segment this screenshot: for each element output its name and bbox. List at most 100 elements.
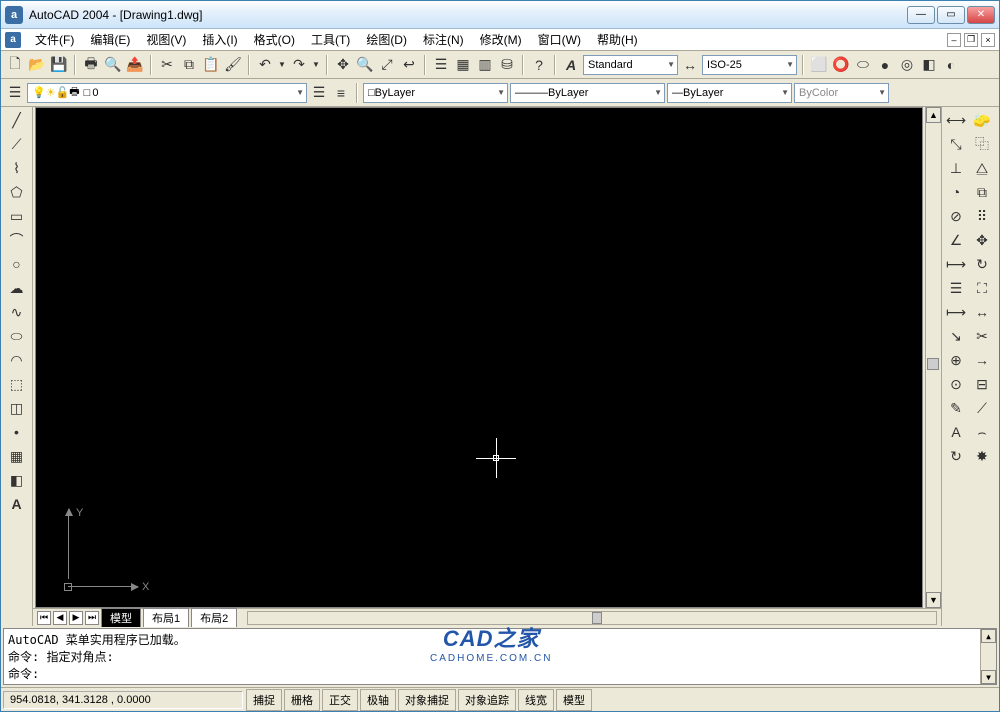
mirror-icon[interactable]: ⧋ [970,157,994,179]
vertical-scrollbar[interactable]: ▲ ▼ [925,107,941,608]
layers-icon[interactable]: ☰ [5,83,25,103]
array-icon[interactable]: ⠿ [970,205,994,227]
ellipse-arc-icon[interactable]: ◠ [5,349,29,371]
linetype-combo[interactable]: ——— ByLayer▼ [510,83,665,103]
scroll-down-icon[interactable]: ▼ [926,592,941,608]
dimedit-icon[interactable]: ✎ [944,397,968,419]
cut-icon[interactable]: ✂ [157,55,177,75]
color-combo[interactable]: □ ByLayer▼ [363,83,508,103]
save-icon[interactable]: 💾 [49,55,69,75]
status-toggle[interactable]: 对象捕捉 [398,689,456,711]
mdi-close-button[interactable]: × [981,33,995,47]
qdim-icon[interactable]: ⟼ [944,253,968,275]
document-icon[interactable]: a [5,32,21,48]
circle-icon[interactable]: ○ [5,253,29,275]
dim-ordinate-icon[interactable]: ⊥ [944,157,968,179]
revcloud-icon[interactable]: ☁ [5,277,29,299]
redo-drop-icon[interactable]: ▼ [311,55,321,75]
wedge-icon[interactable]: ◐ [941,55,961,75]
extend-icon[interactable]: → [970,349,994,371]
status-toggle[interactable]: 栅格 [284,689,320,711]
command-scrollbar[interactable]: ▲▼ [980,629,996,684]
pan-icon[interactable]: ✥ [333,55,353,75]
drawing-canvas[interactable]: YX [35,107,923,608]
explode-icon[interactable]: ✸ [970,445,994,467]
tab-last-icon[interactable]: ⏭ [85,611,99,625]
coordinates-display[interactable]: 954.0818, 341.3128 , 0.0000 [3,691,243,709]
layer-state-icon[interactable]: ≡ [331,83,351,103]
menu-item[interactable]: 帮助(H) [589,29,646,50]
spline-icon[interactable]: ∿ [5,301,29,323]
open-icon[interactable]: 📂 [27,55,47,75]
preview-icon[interactable]: 🔍 [103,55,123,75]
point-icon[interactable]: • [5,421,29,443]
fillet-icon[interactable]: ⌢ [970,421,994,443]
maximize-button[interactable]: ▭ [937,6,965,24]
menu-item[interactable]: 修改(M) [472,29,530,50]
zoom-prev-icon[interactable]: ↩ [399,55,419,75]
menu-item[interactable]: 插入(I) [194,29,245,50]
pline-icon[interactable]: ⌇ [5,157,29,179]
torus-icon[interactable]: ◎ [897,55,917,75]
paste-icon[interactable]: 📋 [201,55,221,75]
dimtedit-icon[interactable]: A [944,421,968,443]
menu-item[interactable]: 标注(N) [415,29,472,50]
rectangle-icon[interactable]: ▭ [5,205,29,227]
command-input[interactable] [39,667,992,681]
center-mark-icon[interactable]: ⊙ [944,373,968,395]
lineweight-combo[interactable]: — ByLayer▼ [667,83,792,103]
print-icon[interactable]: 🖶 [81,55,101,75]
dim-radius-icon[interactable]: ◔ [944,181,968,203]
menu-item[interactable]: 绘图(D) [358,29,415,50]
ellipse-icon[interactable]: ⬭ [5,325,29,347]
zoom-win-icon[interactable]: ⤢ [377,55,397,75]
status-toggle[interactable]: 正交 [322,689,358,711]
tab-prev-icon[interactable]: ◀ [53,611,67,625]
status-toggle[interactable]: 模型 [556,689,592,711]
tab-first-icon[interactable]: ⏮ [37,611,51,625]
dimstyle-icon[interactable]: ↔ [680,55,700,75]
dimstyle-combo[interactable]: ISO-25▼ [702,55,797,75]
textstyle-icon[interactable]: A [561,55,581,75]
qleader-icon[interactable]: ↘ [944,325,968,347]
region-icon[interactable]: ◧ [5,469,29,491]
status-toggle[interactable]: 捕捉 [246,689,282,711]
menu-item[interactable]: 文件(F) [27,29,82,50]
line-icon[interactable]: ╱ [5,109,29,131]
menu-item[interactable]: 格式(O) [246,29,303,50]
rotate-icon[interactable]: ↻ [970,253,994,275]
offset-icon[interactable]: ⧉ [970,181,994,203]
stretch-icon[interactable]: ↔ [970,301,994,323]
horizontal-scrollbar[interactable] [247,611,937,625]
menu-item[interactable]: 工具(T) [303,29,358,50]
tab-model[interactable]: 模型 [101,608,141,627]
menu-item[interactable]: 窗口(W) [530,29,589,50]
dimstyle-upd-icon[interactable]: ↻ [944,445,968,467]
help-icon[interactable]: ? [529,55,549,75]
tab-next-icon[interactable]: ▶ [69,611,83,625]
xline-icon[interactable]: ⟋ [5,133,29,155]
tab-layout1[interactable]: 布局1 [143,608,189,627]
copy-obj-icon[interactable]: ⿻ [970,133,994,155]
tool-palette-icon[interactable]: ▥ [475,55,495,75]
dim-continue-icon[interactable]: ⟼ [944,301,968,323]
dim-baseline-icon[interactable]: ☰ [944,277,968,299]
layer-combo[interactable]: 💡 ☀ 🔓 🖶 □ 0 ▼ [27,83,307,103]
design-center-icon[interactable]: ▦ [453,55,473,75]
publish-icon[interactable]: 📤 [125,55,145,75]
tolerance-icon[interactable]: ⊕ [944,349,968,371]
redo-icon[interactable]: ↷ [289,55,309,75]
properties-icon[interactable]: ☰ [431,55,451,75]
3dorbit-icon[interactable]: ⭕ [831,55,851,75]
copy-icon[interactable]: ⧉ [179,55,199,75]
mtext-icon[interactable]: A [5,493,29,515]
chamfer-icon[interactable]: ⟋ [970,397,994,419]
close-button[interactable]: ✕ [967,6,995,24]
layer-prev-icon[interactable]: ☰ [309,83,329,103]
box-icon[interactable]: ◧ [919,55,939,75]
menu-item[interactable]: 视图(V) [138,29,194,50]
dim-aligned-icon[interactable]: ⤡ [944,133,968,155]
zoom-rt-icon[interactable]: 🔍 [355,55,375,75]
ucs-icon[interactable]: ⬜ [809,55,829,75]
dim-angular-icon[interactable]: ∠ [944,229,968,251]
